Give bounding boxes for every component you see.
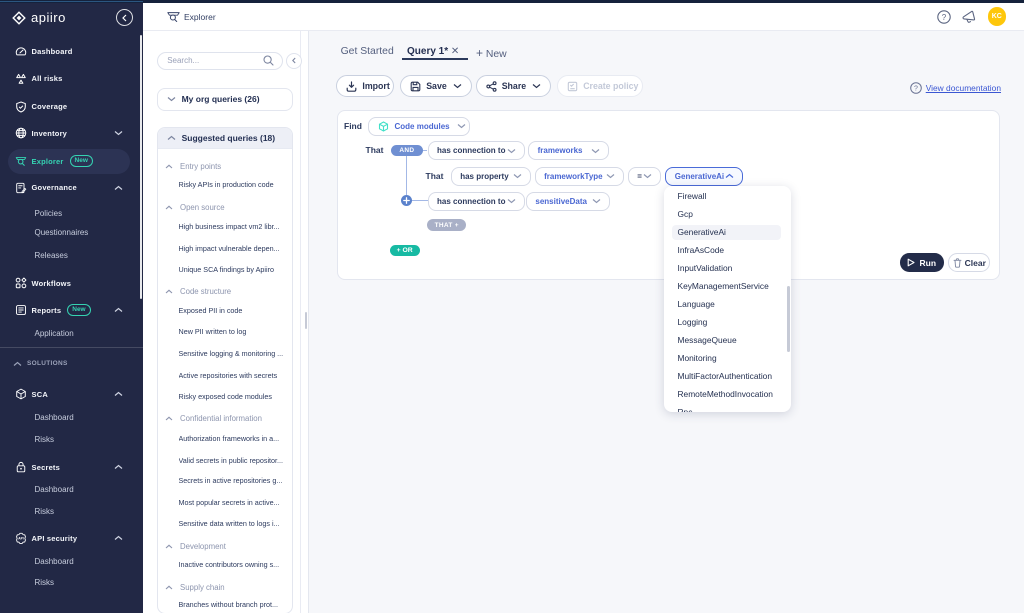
svg-text:?: ? [941,12,946,21]
svg-text:API: API [18,536,24,540]
svg-text:?: ? [914,86,918,93]
